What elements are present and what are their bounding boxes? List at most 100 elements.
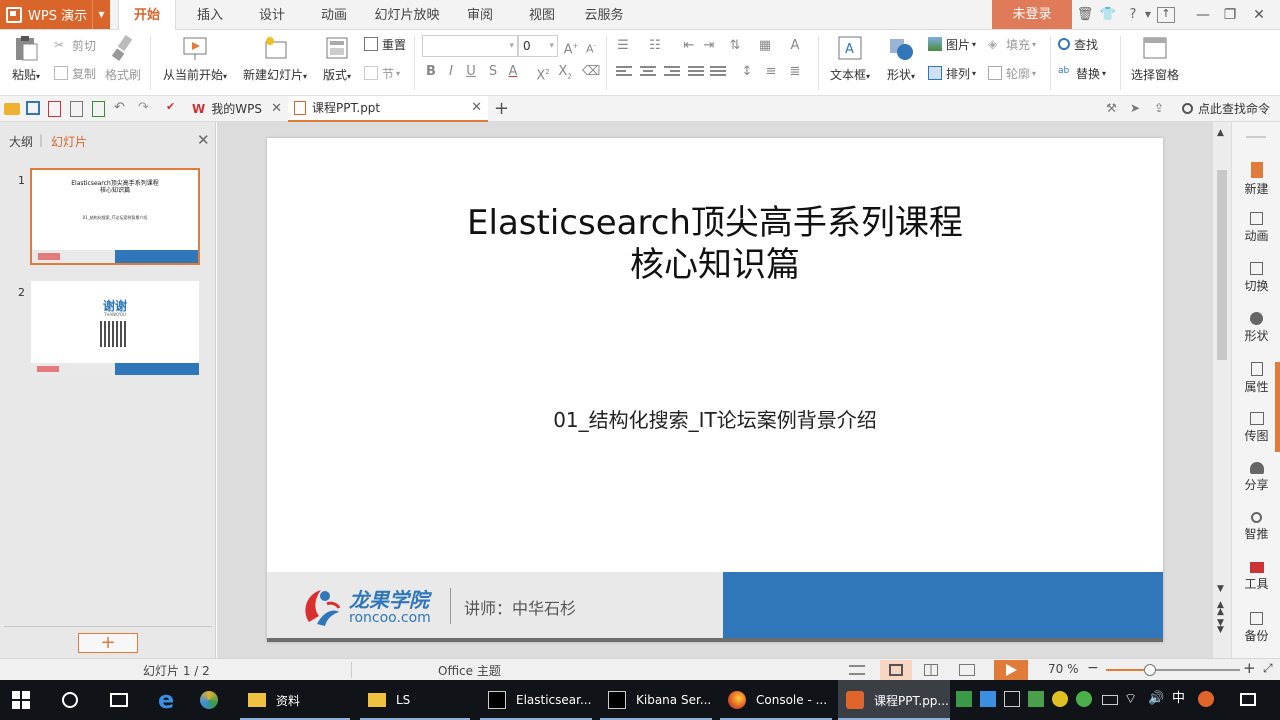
trash-icon[interactable]: 🗑 — [1076, 6, 1094, 24]
add-slide-button[interactable]: + — [78, 633, 138, 653]
cortana-button[interactable] — [62, 680, 82, 720]
font-color-icon[interactable]: A — [504, 63, 522, 81]
close-icon[interactable]: ✕ — [197, 131, 210, 149]
undo-icon[interactable]: ↶ — [114, 100, 130, 116]
control-panel-button[interactable] — [200, 680, 226, 720]
replace-button[interactable]: ab 替换 ▾ — [1058, 64, 1106, 82]
close-tab-icon[interactable]: ✕ — [471, 95, 482, 121]
rail-smart-push[interactable]: 智推 — [1232, 512, 1280, 542]
outline-button[interactable]: 轮廓 ▾ — [988, 64, 1036, 82]
wifi-icon[interactable]: ⌔ — [1124, 691, 1140, 707]
superscript-icon[interactable]: X2 — [534, 63, 552, 83]
volume-icon[interactable]: 🔊 — [1148, 691, 1164, 707]
save-icon[interactable] — [26, 101, 40, 115]
next-slide-icon[interactable]: ▼ ▼ — [1217, 619, 1224, 635]
task-view-button[interactable] — [110, 680, 132, 720]
taskbar-item-elasticsearch[interactable]: Elasticsear... — [480, 680, 592, 720]
find-command-search[interactable]: 点此查找命令 — [1182, 100, 1270, 117]
tray-app-icon[interactable] — [1052, 691, 1068, 707]
rail-collapse-tab[interactable] — [1275, 362, 1280, 452]
customize-arrow-icon[interactable]: ✔ — [166, 100, 182, 116]
italic-icon[interactable]: I — [442, 63, 460, 81]
maximize-icon[interactable]: ❐ — [1219, 4, 1241, 26]
slide-subtitle[interactable]: 01_结构化搜索_IT论坛案例背景介绍 — [267, 404, 1163, 433]
rail-share[interactable]: 分享 — [1232, 462, 1280, 493]
justify-icon[interactable] — [688, 66, 704, 80]
login-button[interactable]: 未登录 — [992, 0, 1072, 29]
shirt-icon[interactable]: 👕 — [1099, 6, 1117, 24]
select-pane-button[interactable]: 选择窗格 — [1128, 34, 1182, 83]
rail-properties[interactable]: 属性 — [1232, 362, 1280, 395]
doc-tab-course-ppt[interactable]: 课程PPT.ppt ✕ — [288, 96, 488, 122]
tab-design[interactable]: 设计 — [248, 0, 296, 30]
slide-title[interactable]: Elasticsearch顶尖高手系列课程 核心知识篇 — [267, 202, 1163, 286]
send-icon[interactable]: ➤ — [1130, 101, 1146, 117]
tray-app-icon[interactable] — [1198, 691, 1214, 707]
align-center-icon[interactable] — [640, 66, 656, 80]
taskbar-item-console[interactable]: Console - ... — [720, 680, 832, 720]
taskbar-item-ppt[interactable]: 课程PPT.pp... — [838, 680, 950, 720]
fit-window-icon[interactable]: ⤢ — [1263, 661, 1273, 676]
scroll-up-icon[interactable]: ▲ — [1217, 128, 1224, 138]
outdent-icon[interactable]: ⇤ — [680, 37, 698, 55]
shadow-icon[interactable]: S — [484, 63, 502, 81]
rail-new[interactable]: 新建 — [1232, 162, 1280, 197]
chevron-down-icon[interactable]: ▼ — [1139, 6, 1157, 24]
rail-transition[interactable]: 切换 — [1232, 262, 1280, 294]
taskbar-item-kibana[interactable]: Kibana Ser... — [600, 680, 712, 720]
current-slide[interactable]: Elasticsearch顶尖高手系列课程 核心知识篇 01_结构化搜索_IT论… — [267, 138, 1163, 642]
underline-icon[interactable]: U — [462, 63, 480, 81]
tab-cloud[interactable]: 云服务 — [580, 0, 628, 30]
bold-icon[interactable]: B — [422, 63, 440, 81]
tray-monitor-icon[interactable] — [1004, 691, 1020, 707]
tray-app-icon[interactable] — [1028, 691, 1044, 707]
font-name-combo[interactable] — [422, 35, 518, 57]
cut-button[interactable]: ✂ 剪切 — [54, 36, 96, 54]
prev-slide-icon[interactable]: ▲ ▲ — [1217, 601, 1224, 617]
normal-view-icon[interactable] — [880, 660, 912, 680]
reset-button[interactable]: 重置 — [364, 35, 406, 53]
tab-animation[interactable]: 动画 — [310, 0, 358, 30]
font-shrink-icon[interactable]: A- — [582, 37, 600, 56]
ime-indicator[interactable]: 中 — [1172, 691, 1188, 707]
new-slide-button[interactable]: 新建幻灯片▾ — [238, 34, 312, 83]
fill-button[interactable]: ◈ 填充 ▾ — [988, 35, 1036, 53]
tab-insert[interactable]: 插入 — [186, 0, 234, 30]
numbered-list-icon[interactable]: ☷ — [646, 37, 664, 55]
chevron-down-icon[interactable]: ▼ — [92, 0, 110, 29]
paragraph-spacing-icon[interactable]: ≡ — [762, 63, 780, 81]
tab-review[interactable]: 审阅 — [456, 0, 504, 30]
scroll-down-icon[interactable]: ▼ — [1217, 584, 1224, 594]
shape-button[interactable]: 形状▾ — [882, 34, 920, 83]
battery-icon[interactable] — [1102, 695, 1118, 705]
rail-upload-image[interactable]: 传图 — [1232, 412, 1280, 444]
minimize-icon[interactable]: — — [1192, 4, 1214, 26]
tab-view[interactable]: 视图 — [518, 0, 566, 30]
zoom-slider-knob[interactable] — [1144, 664, 1157, 676]
vertical-scrollbar[interactable]: ▲ ▼ ▲ ▲ ▼ ▼ — [1213, 122, 1231, 658]
font-size-combo[interactable]: 0 — [518, 35, 558, 57]
columns-icon[interactable]: ▦ — [756, 37, 774, 55]
taskbar-item-ls[interactable]: LS — [360, 680, 470, 720]
zoom-slider[interactable] — [1106, 664, 1240, 676]
zoom-out-icon[interactable]: − — [1087, 660, 1099, 676]
zoom-in-icon[interactable]: + — [1243, 659, 1256, 677]
app-menu-button[interactable]: WPS 演示 ▼ — [0, 0, 110, 29]
scrollbar-thumb[interactable] — [1217, 170, 1227, 360]
tab-outline[interactable]: 大纲 — [9, 133, 33, 150]
clear-format-icon[interactable]: ⌫ — [582, 63, 600, 81]
edge-button[interactable]: e — [158, 680, 182, 720]
text-direction-icon[interactable]: ⇅ — [726, 37, 744, 55]
tray-security-icon[interactable] — [1076, 691, 1092, 707]
reading-view-icon[interactable] — [956, 660, 978, 680]
tray-app-icon[interactable] — [956, 691, 972, 707]
line-spacing-icon[interactable]: ↕ — [738, 63, 756, 81]
close-icon[interactable]: ✕ — [1248, 4, 1270, 26]
arrange-button[interactable]: 排列 ▾ — [928, 64, 976, 82]
notes-icon[interactable] — [846, 660, 868, 680]
indent-icon[interactable]: ⇥ — [700, 37, 718, 55]
slide-thumbnail-2[interactable]: 谢谢 THANKYOU — [31, 281, 199, 375]
tab-slides[interactable]: 幻灯片 — [51, 133, 87, 150]
print-icon[interactable] — [70, 101, 83, 117]
font-grow-icon[interactable]: A+ — [562, 37, 580, 57]
